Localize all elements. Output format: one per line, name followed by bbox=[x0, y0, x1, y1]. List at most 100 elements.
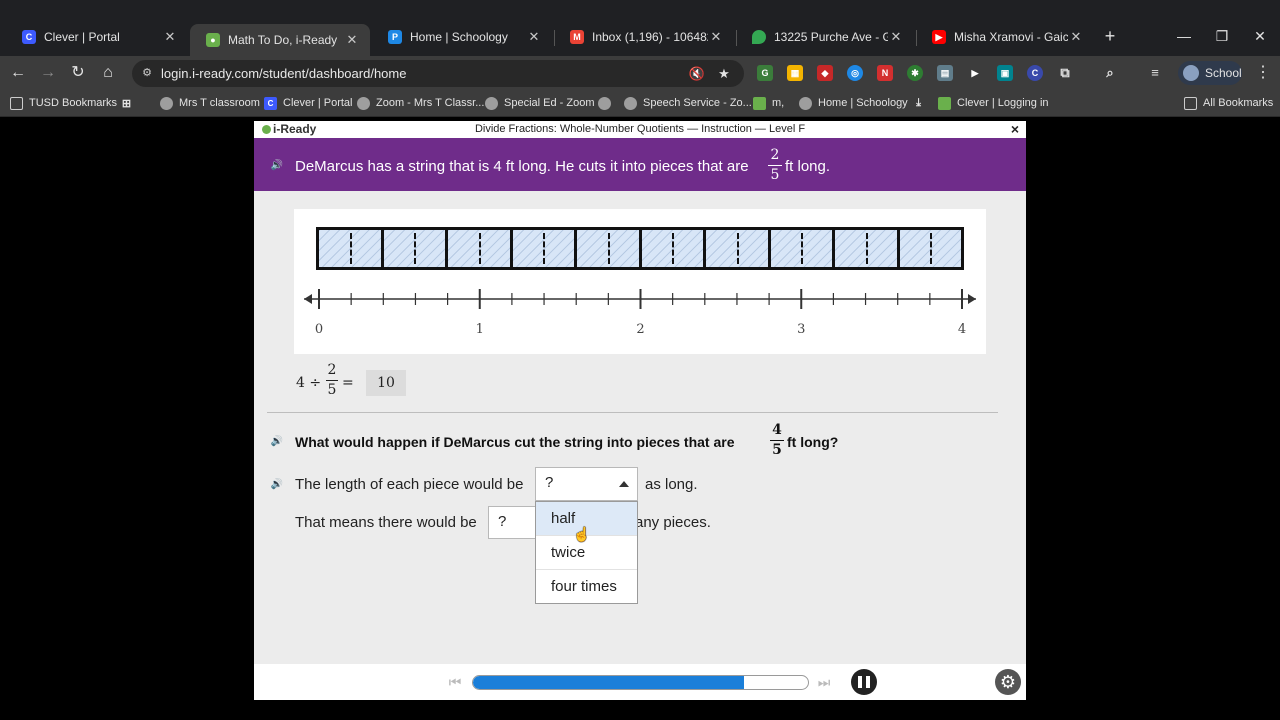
progress-fill bbox=[473, 676, 745, 689]
extension-icon[interactable]: C bbox=[1027, 65, 1043, 81]
tab-gmail[interactable]: M Inbox (1,196) - 1064823@e ✕ bbox=[554, 24, 734, 50]
tab-schoology[interactable]: P Home | Schoology ✕ bbox=[372, 24, 552, 50]
gmail-icon: M bbox=[570, 30, 584, 44]
tab-title: 13225 Purche Ave - Google bbox=[774, 30, 888, 44]
iready-icon bbox=[753, 96, 766, 110]
bookmark-mrs-t-classroom[interactable]: Mrs T classroom bbox=[160, 95, 260, 111]
close-icon[interactable]: ✕ bbox=[708, 29, 724, 45]
extension-icon[interactable]: ▦ bbox=[787, 65, 803, 81]
close-icon[interactable]: ✕ bbox=[344, 32, 360, 48]
number-line-ticks: 0 1 2 3 4 bbox=[315, 289, 966, 337]
settings-gear-icon[interactable]: ⚙ bbox=[995, 669, 1021, 695]
banner-fraction: 2 5 bbox=[768, 148, 782, 183]
bookmark-m[interactable]: m, bbox=[753, 95, 784, 111]
bookmark-label: Home | Schoology bbox=[818, 97, 908, 109]
speaker-icon[interactable]: 🔊 bbox=[269, 433, 285, 449]
lesson-player: i-Ready Divide Fractions: Whole-Number Q… bbox=[254, 121, 1026, 700]
clever-icon: C bbox=[264, 96, 277, 110]
extension-icon[interactable]: N bbox=[877, 65, 893, 81]
tab-title: Clever | Portal bbox=[44, 30, 120, 44]
question-text: What would happen if DeMarcus cut the st… bbox=[295, 434, 735, 450]
restore-icon[interactable]: ❐ bbox=[1212, 26, 1232, 46]
back-icon[interactable]: ← bbox=[7, 62, 29, 84]
equation-answer: 10 bbox=[366, 370, 406, 396]
extension-icon[interactable]: ▣ bbox=[997, 65, 1013, 81]
new-tab-button[interactable]: + bbox=[1100, 26, 1120, 46]
bookmark-globe[interactable] bbox=[598, 95, 617, 111]
muted-icon[interactable]: 🔇 bbox=[688, 65, 706, 83]
speaker-icon[interactable]: 🔊 bbox=[269, 157, 285, 173]
tab-clever-portal[interactable]: C Clever | Portal ✕ bbox=[6, 24, 188, 50]
bookmark-special-ed-zoom[interactable]: Special Ed - Zoom bbox=[485, 95, 594, 111]
home-icon[interactable]: ⌂ bbox=[97, 62, 119, 84]
profile-label: School bbox=[1205, 66, 1242, 80]
close-icon[interactable]: ✕ bbox=[1068, 29, 1084, 45]
tab-search-icon[interactable]: ⌕ bbox=[1102, 65, 1118, 81]
profile-button[interactable]: School bbox=[1178, 61, 1242, 85]
hand-cursor-icon: ☝ bbox=[573, 526, 591, 542]
speaker-icon[interactable]: 🔊 bbox=[269, 476, 285, 492]
close-icon[interactable]: ✕ bbox=[526, 29, 542, 45]
apps-grid-icon[interactable]: ⊞ bbox=[120, 95, 139, 111]
bookmark-label: m, bbox=[772, 97, 785, 109]
forward-icon[interactable]: → bbox=[37, 62, 59, 84]
tab-iready[interactable]: ● Math To Do, i-Ready ✕ bbox=[190, 24, 370, 56]
fraction-denominator: 5 bbox=[770, 167, 780, 183]
bookmark-star-icon[interactable]: ★ bbox=[715, 65, 733, 83]
maps-pin-icon bbox=[752, 30, 766, 44]
bookmark-label: TUSD Bookmarks bbox=[29, 97, 118, 109]
iready-icon bbox=[938, 96, 951, 110]
bookmark-folder-icon bbox=[10, 96, 23, 110]
bookmark-home-schoology[interactable]: Home | Schoology bbox=[799, 95, 908, 111]
skip-forward-icon[interactable]: ⏭ bbox=[816, 674, 832, 690]
media-controls-icon[interactable]: ≡ bbox=[1147, 65, 1163, 81]
browser-tab-strip: C Clever | Portal ✕ ● Math To Do, i-Read… bbox=[0, 0, 1280, 56]
extension-icon[interactable]: ✱ bbox=[907, 65, 923, 81]
extension-icon[interactable]: ▤ bbox=[937, 65, 953, 81]
lesson-close-button[interactable]: × bbox=[1008, 121, 1022, 137]
fraction-bar bbox=[770, 440, 784, 441]
extension-icon[interactable]: ◎ bbox=[847, 65, 863, 81]
bookmark-clever-logging-in[interactable]: Clever | Logging in bbox=[938, 95, 1049, 111]
bookmark-clever-portal[interactable]: C Clever | Portal bbox=[264, 95, 353, 111]
pause-button[interactable] bbox=[851, 669, 877, 695]
bookmark-tusd[interactable]: TUSD Bookmarks bbox=[10, 95, 117, 111]
download-icon: ⤓ bbox=[916, 96, 921, 109]
extension-icon[interactable]: ▶ bbox=[967, 65, 983, 81]
all-bookmarks-button[interactable]: All Bookmarks bbox=[1184, 95, 1273, 111]
bookmark-speech-service[interactable]: Speech Service - Zo... bbox=[624, 95, 752, 111]
folder-icon bbox=[1184, 96, 1197, 110]
tab-google-maps[interactable]: 13225 Purche Ave - Google ✕ bbox=[736, 24, 914, 50]
tab-youtube[interactable]: ▶ Misha Xramovi - Gaichi ✕ bbox=[916, 24, 1094, 50]
extension-icon[interactable]: ◆ bbox=[817, 65, 833, 81]
menu-kebab-icon[interactable]: ⋮ bbox=[1252, 62, 1274, 84]
tick-label: 2 bbox=[636, 322, 644, 337]
pause-bar bbox=[866, 676, 870, 688]
sentence1-end: as long. bbox=[645, 476, 698, 493]
window-close-icon[interactable]: ✕ bbox=[1250, 26, 1270, 46]
minimize-icon[interactable]: — bbox=[1174, 26, 1194, 46]
extensions-puzzle-icon[interactable]: ⧉ bbox=[1057, 65, 1073, 81]
site-info-icon[interactable]: ⚙ bbox=[140, 66, 154, 80]
dropdown-option-four-times[interactable]: four times bbox=[536, 570, 637, 604]
bookmark-label: Zoom - Mrs T Classr... bbox=[376, 97, 485, 109]
bookmark-zoom-mrs-t[interactable]: Zoom - Mrs T Classr... bbox=[357, 95, 484, 111]
grid-icon: ⊞ bbox=[121, 97, 132, 110]
equals-sign: = bbox=[342, 375, 354, 391]
fraction-bar bbox=[768, 165, 782, 166]
bookmark-download[interactable]: ⤓ bbox=[912, 95, 931, 111]
string-model-card: 0 1 2 3 4 bbox=[294, 209, 986, 354]
piece-length-select[interactable]: ? bbox=[535, 467, 638, 501]
tab-title: Home | Schoology bbox=[410, 30, 508, 44]
schoology-icon: P bbox=[388, 30, 402, 44]
close-icon[interactable]: ✕ bbox=[162, 29, 178, 45]
equation-lhs: 4 ÷ bbox=[296, 375, 322, 391]
question-fraction: 4 5 bbox=[770, 423, 784, 458]
address-bar[interactable]: ⚙ login.i-ready.com/student/dashboard/ho… bbox=[132, 60, 744, 87]
reload-icon[interactable]: ↻ bbox=[67, 62, 89, 84]
dropdown-menu: half twice four times bbox=[535, 501, 638, 604]
skip-back-icon[interactable]: ⏮ bbox=[447, 674, 463, 690]
globe-icon bbox=[799, 96, 812, 110]
extension-icon[interactable]: G bbox=[757, 65, 773, 81]
close-icon[interactable]: ✕ bbox=[888, 29, 904, 45]
